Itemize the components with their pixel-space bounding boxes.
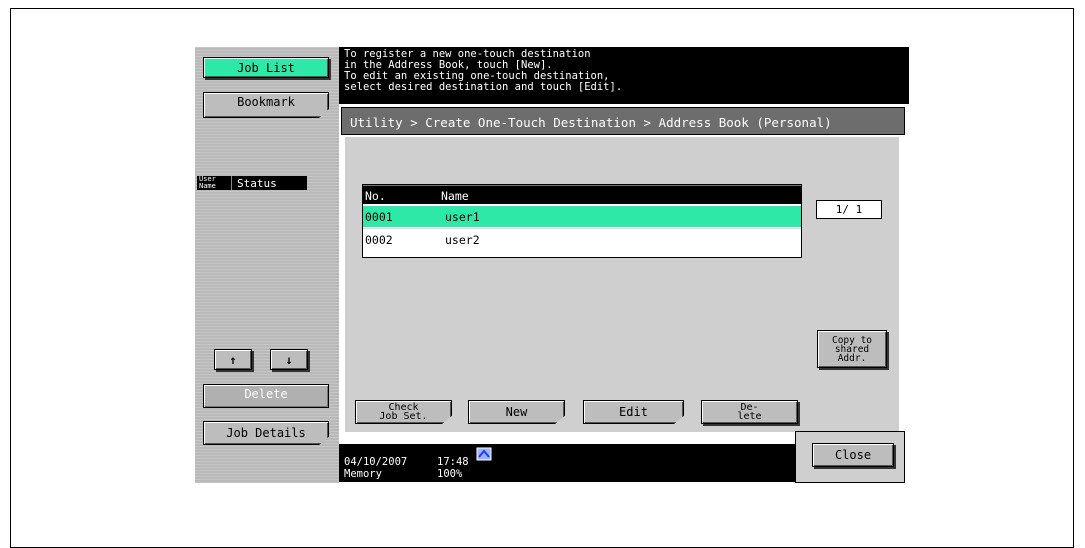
copy-label-line3: Addr. xyxy=(837,352,867,364)
check-label-line2: Job Set. xyxy=(379,411,428,422)
list-item[interactable]: 0001 user1 xyxy=(363,206,801,227)
col-no: No. xyxy=(365,189,386,203)
delete-label-line2: lete xyxy=(737,411,762,422)
down-arrow-icon: ↓ xyxy=(285,352,293,367)
main-panel xyxy=(345,137,899,432)
destination-list: No. Name 0001 user1 0002 user2 xyxy=(362,184,802,258)
status-date: 04/10/2007 xyxy=(344,456,408,468)
page-indicator: 1/ 1 xyxy=(816,200,882,219)
delete-button[interactable]: De- lete xyxy=(701,400,798,424)
check-job-settings-button[interactable]: Check Job Set. xyxy=(355,400,452,424)
breadcrumb: Utility > Create One-Touch Destination >… xyxy=(341,107,905,135)
row-name: user1 xyxy=(445,210,480,224)
message-line-4: select desired destination and touch [Ed… xyxy=(344,81,623,93)
list-header: No. Name xyxy=(363,185,801,204)
status-bar: 04/10/2007 17:48 Memory 100% xyxy=(339,444,796,482)
col-name: Name xyxy=(441,189,469,203)
copy-to-shared-button[interactable]: Copy to shared Addr. xyxy=(817,330,887,368)
job-list-label: Job List xyxy=(237,60,295,75)
scroll-up-button[interactable]: ↑ xyxy=(214,349,252,370)
instruction-message: To register a new one-touch destination … xyxy=(339,47,909,104)
job-list-header: User Name Status xyxy=(197,176,307,190)
up-arrow-icon: ↑ xyxy=(229,352,237,367)
memory-label: Memory xyxy=(344,468,382,480)
job-details-button[interactable]: Job Details xyxy=(203,421,329,445)
edit-button[interactable]: Edit xyxy=(583,400,684,424)
bookmark-button[interactable]: Bookmark xyxy=(203,92,329,118)
col-user-name: User Name xyxy=(199,175,216,190)
status-time: 17:48 xyxy=(437,456,469,468)
header-divider xyxy=(231,176,232,190)
edit-label: Edit xyxy=(619,405,648,419)
sidebar-delete-button[interactable]: Delete xyxy=(203,384,329,408)
job-details-label: Job Details xyxy=(226,426,306,440)
row-no: 0002 xyxy=(365,233,393,247)
job-list-button[interactable]: Job List xyxy=(203,57,329,78)
memory-value: 100% xyxy=(437,468,463,480)
col-status: Status xyxy=(237,177,277,190)
new-button[interactable]: New xyxy=(468,400,565,424)
new-label: New xyxy=(505,405,528,419)
scroll-down-button[interactable]: ↓ xyxy=(270,349,308,370)
row-no: 0001 xyxy=(365,210,393,224)
close-button[interactable]: Close xyxy=(812,443,894,467)
network-icon xyxy=(476,447,492,461)
bookmark-label: Bookmark xyxy=(237,95,295,109)
list-item[interactable]: 0002 user2 xyxy=(363,228,801,250)
sidebar-delete-label: Delete xyxy=(244,387,288,401)
close-label: Close xyxy=(834,448,872,462)
row-name: user2 xyxy=(445,233,480,247)
